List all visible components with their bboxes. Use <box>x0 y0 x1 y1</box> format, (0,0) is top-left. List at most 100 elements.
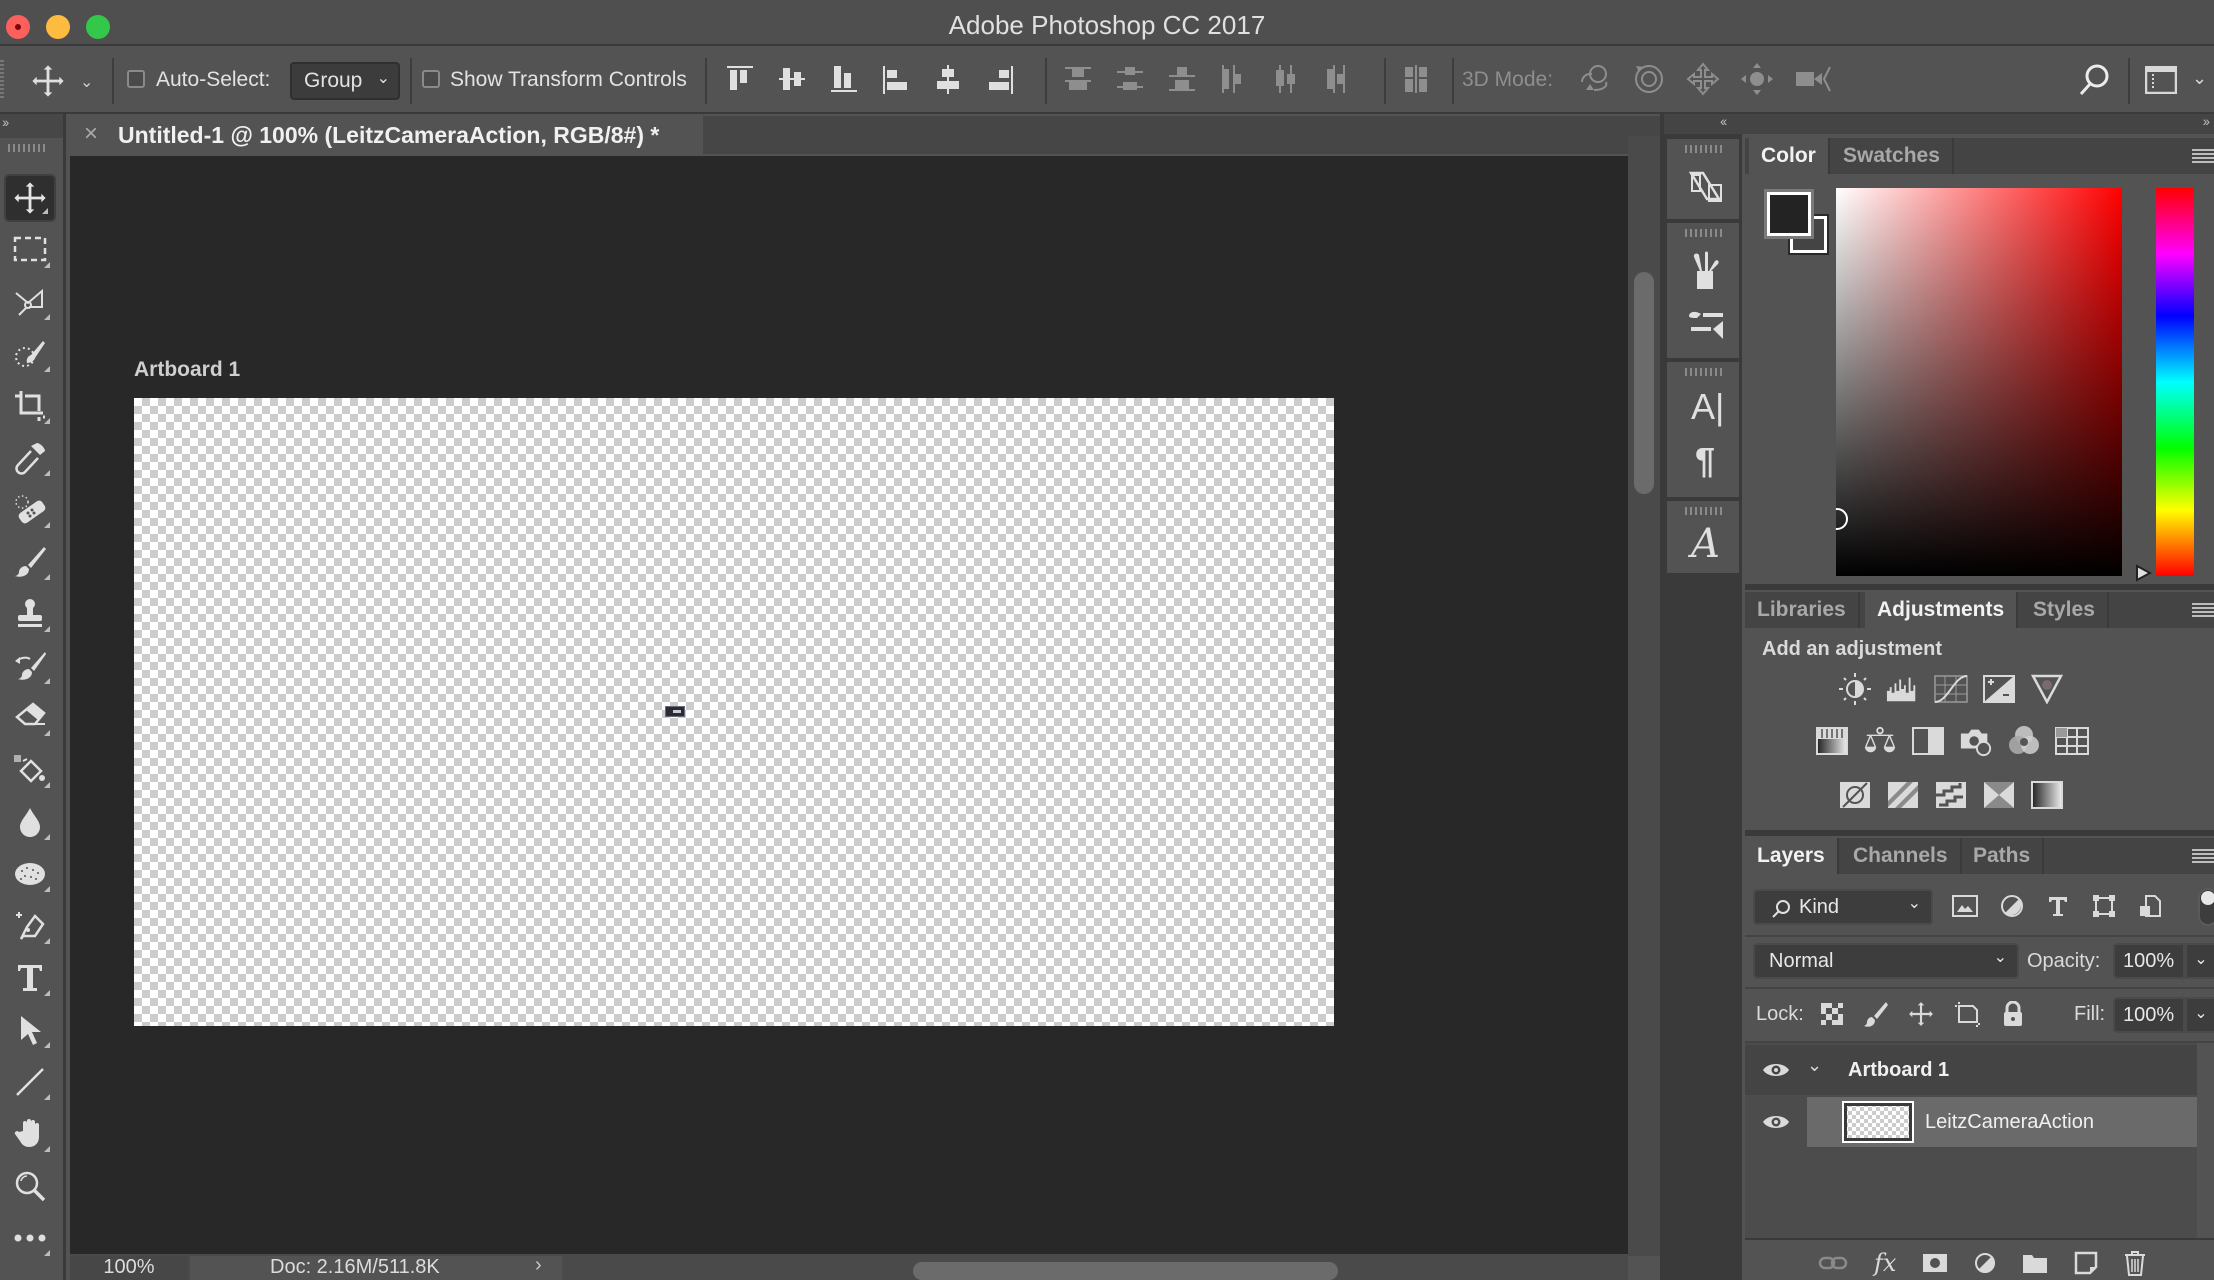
chevron-down-icon[interactable]: ⌄ <box>2192 68 2207 89</box>
scale-3d-icon[interactable] <box>1794 62 1834 96</box>
lock-transparent-icon[interactable] <box>1820 1002 1844 1026</box>
tab-styles[interactable]: Styles <box>2021 592 2109 628</box>
align-right-edges-icon[interactable] <box>985 64 1015 94</box>
tab-channels[interactable]: Channels <box>1841 838 1962 874</box>
clone-stamp-tool[interactable] <box>4 590 56 638</box>
type-filter-icon[interactable] <box>2046 894 2070 918</box>
vibrance-icon[interactable] <box>2030 674 2064 704</box>
rectangular-marquee-tool[interactable] <box>4 226 56 274</box>
color-lookup-icon[interactable] <box>2055 726 2089 756</box>
new-layer-icon[interactable] <box>2074 1251 2098 1275</box>
polygonal-lasso-tool[interactable] <box>4 278 56 326</box>
levels-icon[interactable] <box>1886 674 1920 704</box>
sponge-tool[interactable] <box>4 850 56 898</box>
expand-panel-icon[interactable]: ›› <box>2 114 9 130</box>
adjustment-filter-icon[interactable] <box>2000 894 2024 918</box>
auto-select-checkbox[interactable] <box>127 70 145 88</box>
curves-icon[interactable] <box>1934 674 1968 704</box>
panel-grip[interactable] <box>1685 368 1723 376</box>
hue-slider-handle[interactable] <box>2134 564 2152 582</box>
pixel-filter-icon[interactable] <box>1952 894 1978 918</box>
lock-image-icon[interactable] <box>1864 1000 1888 1028</box>
blur-tool[interactable] <box>4 798 56 846</box>
horizontal-scrollbar-thumb[interactable] <box>913 1262 1338 1280</box>
line-tool[interactable] <box>4 1058 56 1106</box>
panel-menu-icon[interactable] <box>2192 603 2214 617</box>
tab-layers[interactable]: Layers <box>1745 838 1839 874</box>
align-horizontal-centers-icon[interactable] <box>933 64 963 94</box>
align-vertical-centers-icon[interactable] <box>777 64 807 94</box>
brightness-contrast-icon[interactable] <box>1838 673 1872 705</box>
visibility-eye-icon[interactable] <box>1762 1062 1790 1078</box>
spot-healing-brush-tool[interactable] <box>4 486 56 534</box>
black-white-icon[interactable] <box>1911 726 1945 756</box>
zoom-tool[interactable] <box>4 1162 56 1210</box>
panel-grip[interactable] <box>1685 145 1723 153</box>
lock-position-icon[interactable] <box>1908 1001 1934 1027</box>
lock-all-icon[interactable] <box>2002 1001 2024 1027</box>
status-info-menu-arrow[interactable]: › <box>535 1254 542 1277</box>
delete-layer-icon[interactable] <box>2124 1250 2146 1276</box>
opacity-slider-toggle[interactable]: ⌄ <box>2185 943 2214 979</box>
tab-adjustments[interactable]: Adjustments <box>1865 592 2019 628</box>
slide-3d-icon[interactable] <box>1740 62 1774 96</box>
channel-mixer-icon[interactable] <box>2007 726 2041 756</box>
chevron-down-icon[interactable]: ⌄ <box>80 72 93 92</box>
hue-slider[interactable] <box>2156 188 2194 576</box>
foreground-color-swatch-top[interactable] <box>1764 189 1814 239</box>
visibility-eye-icon[interactable] <box>1762 1114 1790 1130</box>
character-panel-icon[interactable]: A| <box>1691 386 1724 428</box>
posterize-icon[interactable] <box>1886 780 1920 810</box>
auto-select-dropdown[interactable]: Group ⌄ <box>290 62 400 100</box>
exposure-icon[interactable] <box>1982 674 2016 704</box>
edit-toolbar-button[interactable] <box>4 1214 56 1262</box>
hand-tool[interactable] <box>4 1110 56 1158</box>
shape-filter-icon[interactable] <box>2092 894 2116 918</box>
leitz-camera-action-layer-content[interactable] <box>665 706 685 717</box>
search-icon[interactable] <box>2078 63 2110 97</box>
orbit-3d-icon[interactable] <box>1578 62 1612 96</box>
path-selection-tool[interactable] <box>4 1006 56 1054</box>
align-left-edges-icon[interactable] <box>881 64 911 94</box>
invert-icon[interactable] <box>1838 780 1872 810</box>
new-adjustment-layer-icon[interactable] <box>1974 1252 1996 1274</box>
selective-color-icon[interactable] <box>1982 780 2016 810</box>
options-bar-grip[interactable] <box>0 60 4 100</box>
add-mask-icon[interactable] <box>1922 1253 1948 1273</box>
vertical-scrollbar-thumb[interactable] <box>1634 272 1654 494</box>
distribute-bottom-icon[interactable] <box>1167 64 1197 94</box>
expand-panels-icon[interactable]: ›› <box>2203 113 2210 129</box>
fill-input[interactable]: 100% <box>2113 997 2185 1033</box>
tools-panel-grip[interactable] <box>8 144 46 152</box>
opacity-input[interactable]: 100% <box>2113 943 2185 979</box>
fill-slider-toggle[interactable]: ⌄ <box>2185 997 2214 1033</box>
distribute-top-icon[interactable] <box>1063 64 1093 94</box>
hue-saturation-icon[interactable] <box>1815 726 1849 756</box>
panel-menu-icon[interactable] <box>2192 849 2214 863</box>
tab-libraries[interactable]: Libraries <box>1745 592 1860 628</box>
glyphs-panel-icon[interactable]: A <box>1691 521 1720 567</box>
tab-paths[interactable]: Paths <box>1961 838 2045 874</box>
collapse-icons-icon[interactable]: ‹‹ <box>1720 113 1727 129</box>
type-tool[interactable] <box>4 954 56 1002</box>
workspace-switcher[interactable] <box>2145 66 2177 94</box>
gradient-map-icon[interactable] <box>2030 780 2064 810</box>
color-field[interactable] <box>1836 188 2122 576</box>
threshold-icon[interactable] <box>1934 780 1968 810</box>
layer-filter-kind-dropdown[interactable]: Kind ⌄ <box>1753 889 1933 925</box>
eyedropper-tool[interactable] <box>4 434 56 482</box>
align-bottom-edges-icon[interactable] <box>829 64 859 94</box>
panel-grip[interactable] <box>1685 229 1723 237</box>
roll-3d-icon[interactable] <box>1632 62 1666 96</box>
smart-object-filter-icon[interactable] <box>2138 894 2162 918</box>
blend-mode-dropdown[interactable]: Normal ⌄ <box>1753 943 2019 979</box>
align-top-edges-icon[interactable] <box>725 64 755 94</box>
layer-style-icon[interactable]: fx <box>1874 1251 1896 1275</box>
crop-tool[interactable] <box>4 382 56 430</box>
brush-settings-panel-icon[interactable] <box>1687 307 1727 341</box>
history-brush-tool[interactable] <box>4 642 56 690</box>
distribute-horizontal-centers-icon[interactable] <box>1271 64 1301 94</box>
tool-preset-picker[interactable] <box>30 64 66 98</box>
color-balance-icon[interactable] <box>1863 726 1897 756</box>
eraser-tool[interactable] <box>4 694 56 742</box>
